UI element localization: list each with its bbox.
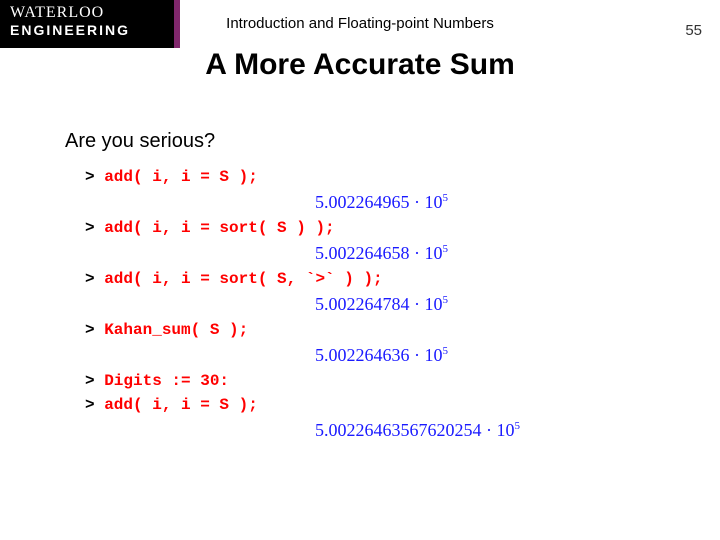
code-line-1: > add( i, i = S ); xyxy=(85,165,645,189)
code-text: Digits := 30: xyxy=(104,372,229,390)
result-exp: 5 xyxy=(515,420,521,432)
result-4: 5.002264636 · 105 xyxy=(85,342,645,369)
result-mantissa: 5.00226463567620254 xyxy=(315,420,482,440)
result-2: 5.002264658 · 105 xyxy=(85,240,645,267)
result-exp: 5 xyxy=(443,243,449,255)
result-dot: · 10 xyxy=(410,294,443,314)
code-line-3: > add( i, i = sort( S, `>` ) ); xyxy=(85,267,645,291)
slide-subhead: Are you serious? xyxy=(65,130,215,153)
result-exp: 5 xyxy=(443,345,449,357)
result-mantissa: 5.002264784 xyxy=(315,294,410,314)
code-text: add( i, i = S ); xyxy=(104,396,258,414)
prompt-symbol: > xyxy=(85,321,104,339)
code-block: > add( i, i = S ); 5.002264965 · 105 > a… xyxy=(85,165,645,444)
code-text: add( i, i = sort( S, `>` ) ); xyxy=(104,270,382,288)
header-topic: Introduction and Floating-point Numbers xyxy=(0,15,720,32)
prompt-symbol: > xyxy=(85,168,104,186)
result-mantissa: 5.002264658 xyxy=(315,243,410,263)
slide-title: A More Accurate Sum xyxy=(0,48,720,82)
result-dot: · 10 xyxy=(410,345,443,365)
result-exp: 5 xyxy=(443,192,449,204)
prompt-symbol: > xyxy=(85,270,104,288)
result-mantissa: 5.002264636 xyxy=(315,345,410,365)
prompt-symbol: > xyxy=(85,372,104,390)
result-1: 5.002264965 · 105 xyxy=(85,189,645,216)
code-line-2: > add( i, i = sort( S ) ); xyxy=(85,216,645,240)
code-text: Kahan_sum( S ); xyxy=(104,321,248,339)
result-dot: · 10 xyxy=(482,420,515,440)
prompt-symbol: > xyxy=(85,396,104,414)
code-line-5: > Digits := 30: xyxy=(85,369,645,393)
code-text: add( i, i = S ); xyxy=(104,168,258,186)
prompt-symbol: > xyxy=(85,219,104,237)
result-mantissa: 5.002264965 xyxy=(315,192,410,212)
result-exp: 5 xyxy=(443,294,449,306)
result-dot: · 10 xyxy=(410,243,443,263)
code-text: add( i, i = sort( S ) ); xyxy=(104,219,334,237)
page-number: 55 xyxy=(685,22,702,39)
result-dot: · 10 xyxy=(410,192,443,212)
result-6: 5.00226463567620254 · 105 xyxy=(85,417,645,444)
code-line-4: > Kahan_sum( S ); xyxy=(85,318,645,342)
result-3: 5.002264784 · 105 xyxy=(85,291,645,318)
code-line-6: > add( i, i = S ); xyxy=(85,393,645,417)
